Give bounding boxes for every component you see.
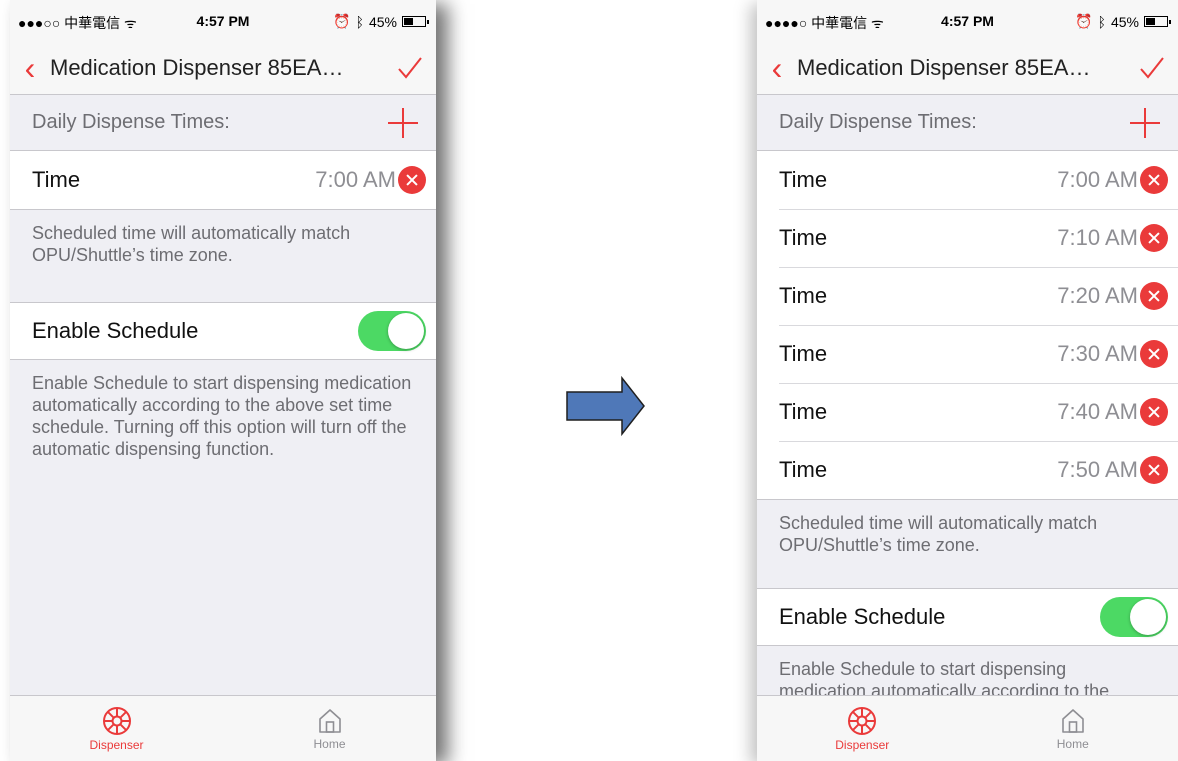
chevron-left-icon[interactable]: ‹: [10, 52, 50, 84]
home-icon: [1061, 708, 1084, 733]
status-right: ⏰ ᛒ 45%: [1075, 13, 1171, 30]
nav-bar: ‹ Medication Dispenser 85EA…: [10, 42, 436, 95]
toggle-knob: [1130, 599, 1166, 635]
time-value[interactable]: 7:10 AM: [1057, 225, 1138, 251]
content: Daily Dispense Times: Time 7:00 AM Schedu…: [10, 95, 436, 695]
tab-dispenser[interactable]: Dispenser: [10, 696, 223, 761]
nav-title: Medication Dispenser 85EA…: [50, 55, 344, 80]
battery-fill: [404, 18, 413, 25]
checkmark-icon[interactable]: [1126, 56, 1178, 80]
checkmark-icon[interactable]: [384, 56, 436, 80]
timezone-note: Scheduled time will automatically match …: [779, 513, 1098, 555]
battery-icon: [1144, 16, 1171, 27]
time-row[interactable]: Time 7:50 AM: [757, 441, 1178, 499]
delete-icon[interactable]: [398, 166, 426, 194]
schedule-note: Enable Schedule to start dispensing medi…: [32, 373, 412, 459]
dispenser-icon: [848, 706, 877, 735]
battery-fill: [1146, 18, 1155, 25]
tab-home-label: Home: [313, 736, 346, 751]
enable-schedule-row: Enable Schedule: [10, 302, 436, 360]
delete-icon[interactable]: [1140, 456, 1168, 484]
toggle-knob: [388, 313, 424, 349]
time-value[interactable]: 7:00 AM: [1057, 167, 1138, 193]
time-label: Time: [32, 167, 81, 192]
bluetooth-icon: ᛒ: [355, 13, 364, 30]
time-value[interactable]: 7:40 AM: [1057, 399, 1138, 425]
enable-schedule-toggle[interactable]: [358, 311, 426, 351]
time-value[interactable]: 7:00 AM: [315, 167, 396, 193]
bluetooth-icon: ᛒ: [1097, 13, 1106, 30]
time-row[interactable]: Time 7:10 AM: [757, 209, 1178, 267]
section-header: Daily Dispense Times:: [10, 95, 436, 151]
arrow-shape: [566, 376, 645, 436]
battery-icon: [402, 16, 429, 27]
time-row[interactable]: Time 7:40 AM: [757, 383, 1178, 441]
tab-dispenser-label: Dispenser: [835, 737, 890, 752]
nav-title: Medication Dispenser 85EA…: [797, 55, 1091, 80]
tab-home[interactable]: Home: [968, 696, 1178, 761]
content: Daily Dispense Times: Time 7:00 AM Time 7:1…: [757, 95, 1178, 695]
plus-icon[interactable]: [1128, 106, 1162, 140]
time-row[interactable]: Time 7:00 AM: [10, 151, 436, 209]
delete-icon[interactable]: [1140, 166, 1168, 194]
tab-dispenser-label: Dispenser: [89, 737, 144, 752]
time-label: Time: [779, 167, 828, 192]
alarm-icon: ⏰: [1075, 13, 1093, 29]
dispenser-icon: [102, 706, 131, 735]
tab-bar: Dispenser Home: [10, 695, 436, 761]
time-list: Time 7:00 AM: [10, 151, 436, 210]
time-row[interactable]: Time 7:20 AM: [757, 267, 1178, 325]
time-label: Time: [779, 341, 828, 366]
tab-home-label: Home: [1056, 736, 1089, 751]
transition-arrow-icon: [566, 376, 645, 436]
section-header-label: Daily Dispense Times:: [779, 111, 977, 133]
screen-after: ●●●●○ 中華電信 ᯤ 4:57 PM ⏰ ᛒ 45% ‹ Medicatio…: [757, 0, 1178, 761]
nav-bar: ‹ Medication Dispenser 85EA…: [757, 42, 1178, 95]
enable-schedule-row: Enable Schedule: [757, 588, 1178, 646]
status-bar: ●●●●○ 中華電信 ᯤ 4:57 PM ⏰ ᛒ 45%: [757, 0, 1178, 42]
screen-before: ●●●○○ 中華電信 ᯤ 4:57 PM ⏰ ᛒ 45% ‹ Medicatio…: [10, 0, 436, 761]
home-icon: [318, 708, 341, 733]
delete-icon[interactable]: [1140, 340, 1168, 368]
time-value[interactable]: 7:30 AM: [1057, 341, 1138, 367]
time-row[interactable]: Time 7:00 AM: [757, 151, 1178, 209]
time-label: Time: [779, 283, 828, 308]
tab-home[interactable]: Home: [223, 696, 436, 761]
tab-dispenser[interactable]: Dispenser: [757, 696, 968, 761]
tab-bar: Dispenser Home: [757, 695, 1178, 761]
time-value[interactable]: 7:50 AM: [1057, 457, 1138, 483]
enable-schedule-label: Enable Schedule: [32, 318, 199, 343]
time-label: Time: [779, 399, 828, 424]
alarm-icon: ⏰: [333, 13, 351, 29]
time-label: Time: [779, 457, 828, 482]
time-row[interactable]: Time 7:30 AM: [757, 325, 1178, 383]
chevron-left-icon[interactable]: ‹: [757, 52, 797, 84]
enable-schedule-toggle[interactable]: [1100, 597, 1168, 637]
plus-icon[interactable]: [386, 106, 420, 140]
schedule-note: Enable Schedule to start dispensing medi…: [779, 659, 1110, 695]
section-header: Daily Dispense Times:: [757, 95, 1178, 151]
battery-percent: 45%: [1110, 13, 1139, 30]
status-bar: ●●●○○ 中華電信 ᯤ 4:57 PM ⏰ ᛒ 45%: [10, 0, 436, 42]
delete-icon[interactable]: [1140, 224, 1168, 252]
delete-icon[interactable]: [1140, 398, 1168, 426]
time-label: Time: [779, 225, 828, 250]
battery-percent: 45%: [368, 13, 397, 30]
time-list: Time 7:00 AM Time 7:10 AM Time 7:20 AM Time 7:3…: [757, 151, 1178, 500]
timezone-note: Scheduled time will automatically match …: [32, 223, 351, 265]
delete-icon[interactable]: [1140, 282, 1168, 310]
enable-schedule-label: Enable Schedule: [779, 604, 946, 629]
section-header-label: Daily Dispense Times:: [32, 111, 230, 133]
time-value[interactable]: 7:20 AM: [1057, 283, 1138, 309]
status-right: ⏰ ᛒ 45%: [333, 13, 429, 30]
